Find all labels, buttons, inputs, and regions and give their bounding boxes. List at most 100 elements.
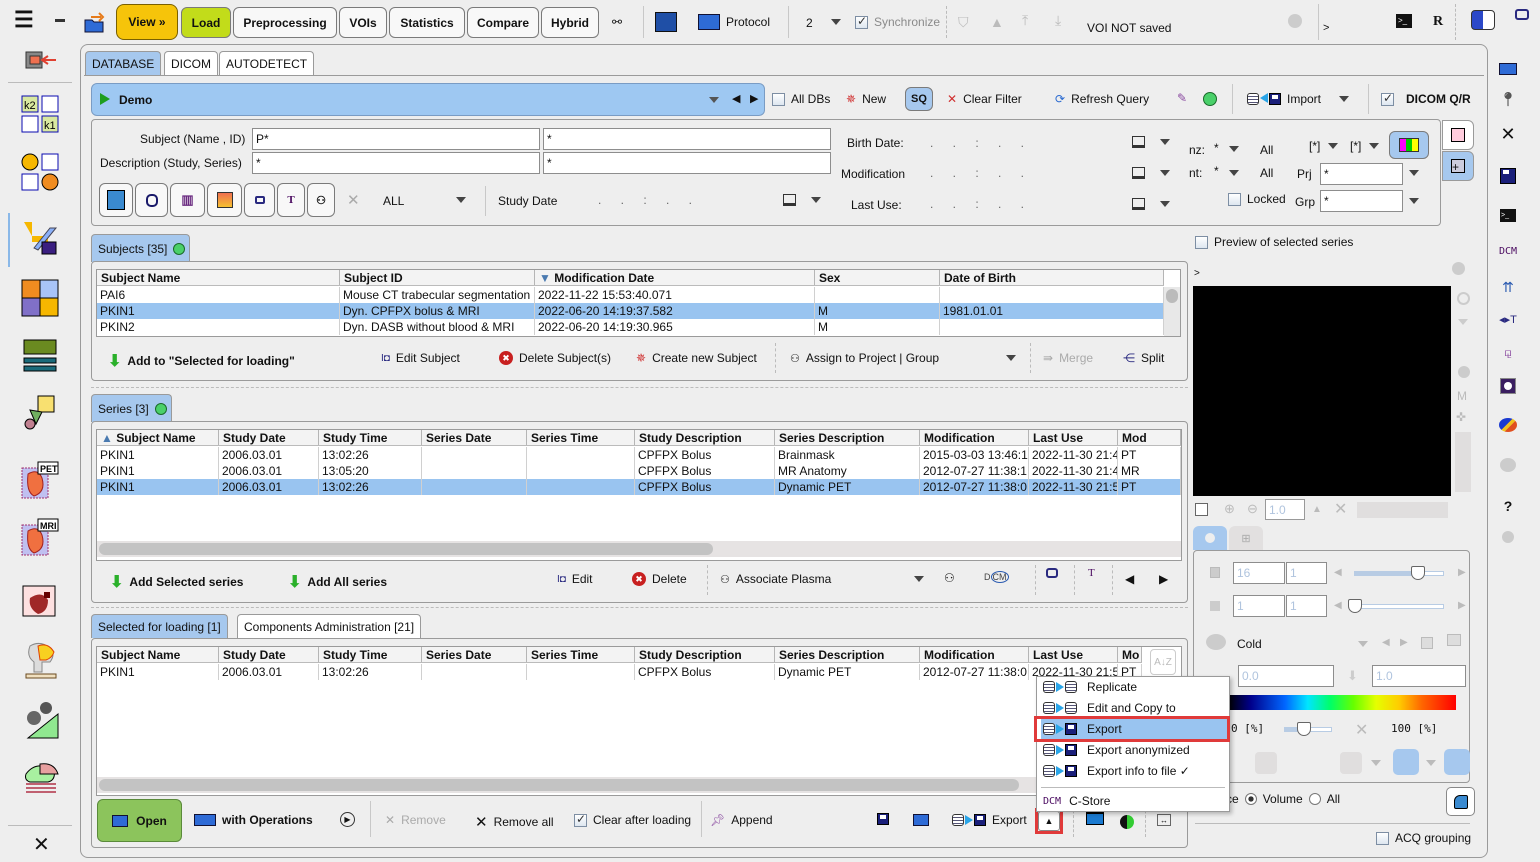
- open-folder-icon[interactable]: [1497, 58, 1519, 80]
- subject-name-input[interactable]: P*: [252, 128, 540, 150]
- clear-after-loading-checkbox[interactable]: Clear after loading: [574, 812, 691, 827]
- bracket-filter-2-dropdown-icon[interactable]: [1369, 143, 1379, 149]
- colortable-dropdown-icon[interactable]: [1358, 641, 1368, 647]
- fit-width-icon[interactable]: ↔: [1157, 814, 1171, 826]
- frame-step-input[interactable]: 1: [1286, 595, 1327, 617]
- modality-camera-button[interactable]: [244, 183, 275, 217]
- shape-tool-button[interactable]: [1444, 749, 1470, 775]
- preview-mask-icon[interactable]: M: [1457, 389, 1467, 403]
- col-modification[interactable]: Modification: [920, 430, 1029, 445]
- open-with-operations-button[interactable]: with Operations: [194, 813, 313, 827]
- scope-volume-radio[interactable]: [1244, 793, 1257, 805]
- table-row[interactable]: PAI6 Mouse CT trabecular segmentation 2022…: [97, 287, 1164, 303]
- series-hscrollbar[interactable]: [97, 541, 1181, 557]
- tab-preprocessing[interactable]: Preprocessing: [233, 7, 337, 38]
- group-assign-icon[interactable]: ⚇: [944, 571, 955, 585]
- col-date-of-birth[interactable]: Date of Birth: [940, 270, 1164, 285]
- split-button[interactable]: ⋲ Split: [1123, 351, 1164, 365]
- remove-all-button[interactable]: ✕ Remove all: [475, 813, 554, 831]
- colortable-grid-icon[interactable]: [1421, 637, 1433, 649]
- protocol-button[interactable]: Protocol: [698, 14, 770, 30]
- zoom-reset-icon[interactable]: ✕: [1334, 499, 1347, 519]
- col-study-description[interactable]: Study Description: [635, 647, 775, 662]
- play-operations-icon[interactable]: ▶: [340, 812, 355, 827]
- pin-icon[interactable]: 📍︎: [1497, 88, 1519, 110]
- text-annotation-icon[interactable]: T: [1088, 567, 1095, 579]
- colortable-next-icon[interactable]: ▶: [1400, 637, 1408, 648]
- pxmod-icon[interactable]: [20, 278, 60, 318]
- dicom-qr-checkbox[interactable]: DICOM Q/R: [1381, 91, 1471, 106]
- slice-step-input[interactable]: 1: [1286, 562, 1327, 584]
- slice-input[interactable]: 16: [1233, 562, 1285, 584]
- assign-dropdown-icon[interactable]: [1006, 355, 1016, 361]
- col-series-date[interactable]: Series Date: [422, 647, 527, 662]
- tab-compare[interactable]: Compare: [467, 7, 539, 38]
- close-icon[interactable]: ✕: [33, 832, 50, 857]
- r-console-button[interactable]: R: [1433, 14, 1443, 30]
- voi-up-icon[interactable]: ▲: [990, 14, 1004, 30]
- menu-item-export-anonymized[interactable]: Export anonymized: [1041, 740, 1227, 760]
- colortable-prev-icon[interactable]: ◀: [1382, 637, 1390, 648]
- save-icon[interactable]: [1497, 165, 1519, 187]
- col-subject-id[interactable]: Subject ID: [340, 270, 535, 285]
- create-subject-button[interactable]: ✵ Create new Subject: [636, 351, 757, 365]
- acq-grouping-checkbox[interactable]: ACQ grouping: [1376, 831, 1471, 845]
- settings-icon[interactable]: [655, 12, 677, 32]
- tab-contrast[interactable]: [1193, 526, 1227, 550]
- col-last-use[interactable]: Last Use: [1029, 430, 1118, 445]
- col-subject-name[interactable]: ▲ Subject Name: [97, 430, 219, 445]
- 3d-render-icon[interactable]: [20, 392, 60, 432]
- flip-transform-icon[interactable]: ◂▸T: [1497, 308, 1519, 330]
- roi-icon[interactable]: [1497, 375, 1519, 397]
- zoom-slider-track[interactable]: [1357, 502, 1448, 518]
- zoom-up-icon[interactable]: ▲: [1312, 504, 1322, 515]
- image-viewer-icon[interactable]: [20, 338, 60, 378]
- modality-transform-button[interactable]: [207, 183, 242, 217]
- subject-id-input[interactable]: *: [543, 128, 831, 150]
- nt-value[interactable]: *: [1214, 164, 1219, 178]
- preview-image[interactable]: [1193, 286, 1451, 496]
- col-study-date[interactable]: Study Date: [219, 647, 319, 662]
- color-faces-button[interactable]: [1389, 131, 1429, 159]
- birth-date-range[interactable]: . . : . .: [930, 136, 1032, 150]
- tool-config-icon[interactable]: [1471, 10, 1495, 30]
- table-row[interactable]: PKIN1 Dyn. CPFPX bolus & MRI 2022-06-20 14…: [97, 303, 1164, 319]
- table-row[interactable]: PKIN1 2006.03.01 13:05:20 CPFPX Bolus MR Ana…: [97, 463, 1181, 479]
- modality-chart-button[interactable]: ▥: [170, 183, 205, 217]
- modification-dropdown-icon[interactable]: [1160, 170, 1170, 176]
- bracket-filter-1[interactable]: [*]: [1309, 139, 1320, 153]
- clear-modality-icon[interactable]: ✕: [347, 191, 360, 209]
- grid-toggle-icon[interactable]: [1340, 752, 1362, 774]
- append-button[interactable]: 📌︎ Append: [710, 813, 773, 827]
- col-series-time[interactable]: Series Time: [527, 647, 635, 662]
- save-icon[interactable]: [877, 813, 889, 828]
- menu-item-export-info[interactable]: Export info to file ✓: [1041, 761, 1227, 781]
- group-input[interactable]: *: [1320, 190, 1403, 212]
- associate-dropdown-icon[interactable]: [914, 576, 924, 582]
- rodent-icon[interactable]: [20, 758, 60, 798]
- min-value-input[interactable]: 0.0: [1238, 665, 1334, 687]
- layout-value[interactable]: 2: [806, 16, 813, 30]
- preview-contrast-icon[interactable]: [1458, 366, 1470, 378]
- import-button[interactable]: Import: [1247, 92, 1350, 106]
- col-study-description[interactable]: Study Description: [635, 430, 775, 445]
- assign-project-button[interactable]: ⚇ Assign to Project | Group: [790, 351, 939, 365]
- subjects-expand-icon[interactable]: [173, 242, 186, 255]
- tab-database[interactable]: DATABASE: [85, 51, 162, 75]
- last-use-calendar-icon[interactable]: [1132, 198, 1145, 210]
- modification-range[interactable]: . . : . .: [930, 166, 1032, 180]
- colortable-value[interactable]: Cold: [1237, 637, 1262, 651]
- subject-view-tab[interactable]: [1442, 120, 1474, 150]
- col-modification[interactable]: Modification: [920, 647, 1029, 662]
- add-subject-view-tab[interactable]: +: [1442, 151, 1474, 181]
- colorbar[interactable]: [1228, 695, 1456, 710]
- link-icon[interactable]: ⚯: [612, 15, 622, 29]
- study-date-range[interactable]: . . : . .: [598, 193, 700, 207]
- database-dropdown-icon[interactable]: [709, 97, 719, 103]
- col-series-description[interactable]: Series Description: [775, 430, 920, 445]
- subjects-scrollbar[interactable]: [1164, 287, 1180, 336]
- hand-tool-button[interactable]: [1393, 749, 1419, 775]
- compartment-model-icon[interactable]: [20, 152, 60, 192]
- col-series-time[interactable]: Series Time: [527, 430, 635, 445]
- add-to-selected-button[interactable]: ⬇ Add to "Selected for loading": [108, 351, 295, 371]
